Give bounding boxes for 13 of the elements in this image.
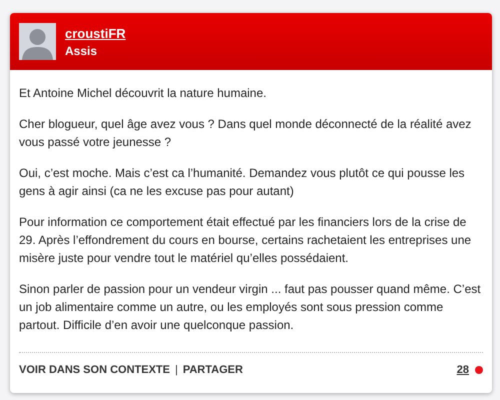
separator: | [174, 362, 178, 378]
author-link[interactable]: croustiFR [65, 26, 126, 40]
comment-paragraph: Oui, c’est moche. Mais c’est ca l’humanité. Demandez vous plutôt ce qui pousse les gens à agir ainsi (ca ne les excuse pas pour autant) [19, 165, 466, 200]
comment-paragraph: Cher blogueur, quel âge avez vous ? Dans quel monde déconnecté de la réalité avez vous passé votre jeunesse ? [19, 116, 472, 151]
author-subtitle: Assis [65, 44, 98, 58]
avatar-icon [19, 23, 56, 60]
comment-paragraph: Pour information ce comportement était effectué par les financiers lors de la crise de 29. Après l’effondrement du cours en bourse, certains rachetaient les entreprises une misère juste pour vendre tout le matériel qu’elles possédaient. [19, 214, 472, 267]
comment-paragraph: Et Antoine Michel découvrit la nature humaine. [19, 85, 268, 102]
comment-count-link[interactable]: 28 [456, 362, 469, 378]
context-link[interactable]: VOIR DANS SON CONTEXTE [19, 362, 170, 378]
comment-paragraph: Sinon parler de passion pour un vendeur virgin ... faut pas pousser quand même. C’est un job alimentaire comme un autre, ou les employés sont sous pression comme partout. Difficile d’en avoir une quelconque passion. [19, 281, 482, 334]
status-dot-icon [475, 366, 483, 374]
share-link[interactable]: PARTAGER [182, 362, 243, 378]
